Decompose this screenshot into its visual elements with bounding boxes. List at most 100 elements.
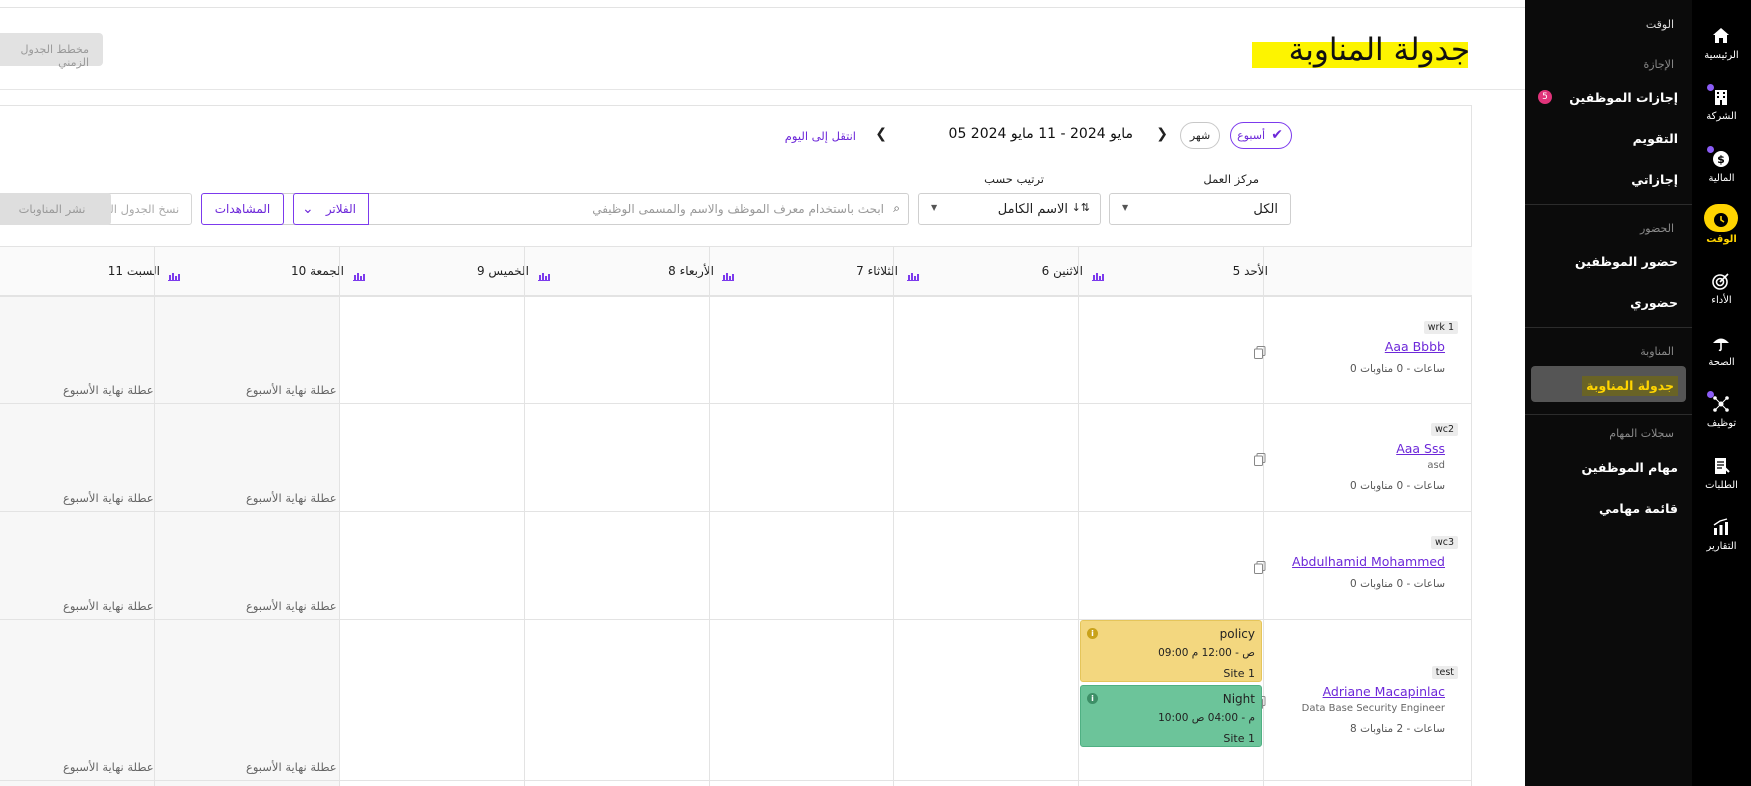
day-stats-icon[interactable] [1092,266,1104,281]
rail-label: الوقت [1706,234,1737,245]
day-stats-icon[interactable] [722,266,734,281]
network-icon [1711,394,1731,414]
weekend-label: عطلة نهاية الأسبوع [63,599,154,613]
rail-item-chart[interactable]: التقارير [1692,505,1751,565]
employee-name-link[interactable]: Abdulhamid Mohammed [1292,554,1445,569]
home-icon [1711,26,1731,46]
rail-label: الصحة [1708,357,1735,368]
sidebar-item-calendar[interactable]: التقويم [1633,131,1678,146]
sidebar-divider [1525,414,1692,415]
grid-row-line [0,511,1472,512]
next-week-chevron-icon[interactable]: ❯ [1156,126,1168,142]
prev-week-chevron-icon[interactable]: ❮ [875,126,887,142]
employee-hours-summary: 0 ساعات - 0 مناوبات [1350,362,1445,375]
rail-item-clock[interactable]: الوقت [1692,198,1751,258]
grid-row-line [0,296,1472,297]
sidebar-item-my-tasks[interactable]: قائمة مهامي [1599,501,1678,516]
shift-time: 10:00 م - 04:00 ص [1158,712,1255,724]
sidebar-item-employee-attendance[interactable]: حضور الموظفين [1575,254,1678,269]
weekend-label: عطلة نهاية الأسبوع [246,491,337,505]
grid-row-line [0,403,1472,404]
time-sidebar: الوقت الإجازة إجازات الموظفين 5 التقويم … [1525,0,1692,786]
shift-card-night[interactable]: i Night 10:00 م - 04:00 ص Site 1 [1080,685,1262,747]
day-stats-icon[interactable] [907,266,919,281]
shift-card-policy[interactable]: i policy 09:00 ص - 12:00 م Site 1 [1080,620,1262,682]
shift-name: policy [1219,627,1255,641]
day-stats-icon[interactable] [353,266,365,281]
sidebar-item-employee-leaves[interactable]: إجازات الموظفين [1569,90,1678,105]
day-header: الثلاثاء 7 [856,264,898,278]
shift-name: Night [1222,692,1255,706]
rail-label: المالية [1708,173,1735,184]
day-stats-icon[interactable] [168,266,180,281]
clock-icon [1711,210,1731,230]
month-view-chip[interactable]: شهر [1180,122,1220,149]
rail-item-network[interactable]: توظيف [1692,382,1751,442]
work-center-label: مركز العمل [1203,172,1259,186]
copy-icon[interactable] [1254,451,1266,466]
chevron-down-icon: ▼ [931,203,938,212]
rail-label: الرئيسية [1704,50,1739,61]
day-header: الجمعة 10 [291,264,344,278]
sort-icon: ↓⇅ [1071,201,1090,214]
rail-item-target[interactable]: الأداء [1692,259,1751,319]
schedule-plan-button[interactable]: مخطط الجدول الزمني [0,33,103,69]
sidebar-item-my-attendance[interactable]: حضوري [1630,295,1678,310]
rail-item-umbrella[interactable]: الصحة [1692,321,1751,381]
rail-label: الأداء [1711,295,1732,306]
employee-name-link[interactable]: Adriane Macapinlac [1323,684,1445,699]
employee-job-title: Data Base Security Engineer [1301,702,1445,714]
rail-item-document[interactable]: الطلبات [1692,444,1751,504]
top-bar [0,0,1526,8]
weekend-label: عطلة نهاية الأسبوع [63,383,154,397]
rail-item-building[interactable]: الشركة [1692,75,1751,135]
weekend-label: عطلة نهاية الأسبوع [246,383,337,397]
publish-shifts-button[interactable]: نشر المناوبات [0,193,111,225]
employee-name-link[interactable]: Aaa Sss [1396,441,1445,456]
day-header: الاثنين 6 [1041,264,1083,278]
grid-column-line [524,246,525,786]
rail-item-dollar[interactable]: $ المالية [1692,137,1751,197]
grid-column-line [154,246,155,786]
info-icon: i [1087,693,1098,704]
sidebar-item-shift-schedule[interactable]: جدولة المناوبة [1586,378,1674,393]
section-leave: الإجازة [1643,58,1674,71]
sidebar-item-employee-tasks[interactable]: مهام الموظفين [1581,460,1678,475]
filters-button[interactable]: الفلاتر ⌄ [293,193,369,225]
document-icon [1711,456,1731,476]
svg-text:$: $ [1717,153,1725,166]
rail-label: توظيف [1706,418,1737,429]
sort-select[interactable]: ↓⇅ الاسم الكامل ▼ [918,193,1101,225]
chevron-down-icon: ⌄ [302,201,314,217]
employee-work-center-tag: wc2 [1430,423,1458,436]
employee-hours-summary: 8 ساعات - 2 مناوبات [1350,722,1445,735]
go-to-today-link[interactable]: انتقل إلى اليوم [785,129,856,143]
rail-label: التقارير [1706,541,1737,552]
section-attendance: الحضور [1639,222,1674,235]
main-content: جدولة المناوبة مخطط الجدول الزمني ✔ أسبو… [0,0,1526,786]
search-placeholder: ابحث باستخدام معرف الموظف والاسم والمسمى… [592,202,884,216]
employee-hours-summary: 0 ساعات - 0 مناوبات [1350,578,1445,590]
weekend-label: عطلة نهاية الأسبوع [246,599,337,613]
page-title: جدولة المناوبة [1288,32,1470,68]
work-center-select[interactable]: الكل ▼ [1109,193,1291,225]
work-center-value: الكل [1253,202,1278,217]
week-view-chip[interactable]: ✔ أسبوع [1230,122,1292,149]
employee-name-link[interactable]: Aaa Bbbb [1385,339,1445,354]
sort-label: ترتيب حسب [984,172,1044,186]
copy-icon[interactable] [1254,559,1266,574]
employee-work-center-tag: wc3 [1430,536,1458,549]
notification-dot [1707,146,1714,153]
rail-item-home[interactable]: الرئيسية [1692,14,1751,74]
copy-icon[interactable] [1254,344,1266,359]
views-button[interactable]: المشاهدات [201,193,284,225]
section-shifts: المناوبة [1640,345,1674,358]
date-range: 05 مايو 2024 - 11 مايو 2024 [948,126,1133,142]
section-tasks: سجلات المهام [1609,427,1674,440]
sidebar-item-my-leaves[interactable]: إجازاتي [1631,172,1678,187]
day-stats-icon[interactable] [538,266,550,281]
weekend-shading [0,296,340,786]
grid-column-line [709,246,710,786]
weekend-label: عطلة نهاية الأسبوع [63,760,154,774]
chevron-down-icon: ▼ [1122,203,1129,212]
